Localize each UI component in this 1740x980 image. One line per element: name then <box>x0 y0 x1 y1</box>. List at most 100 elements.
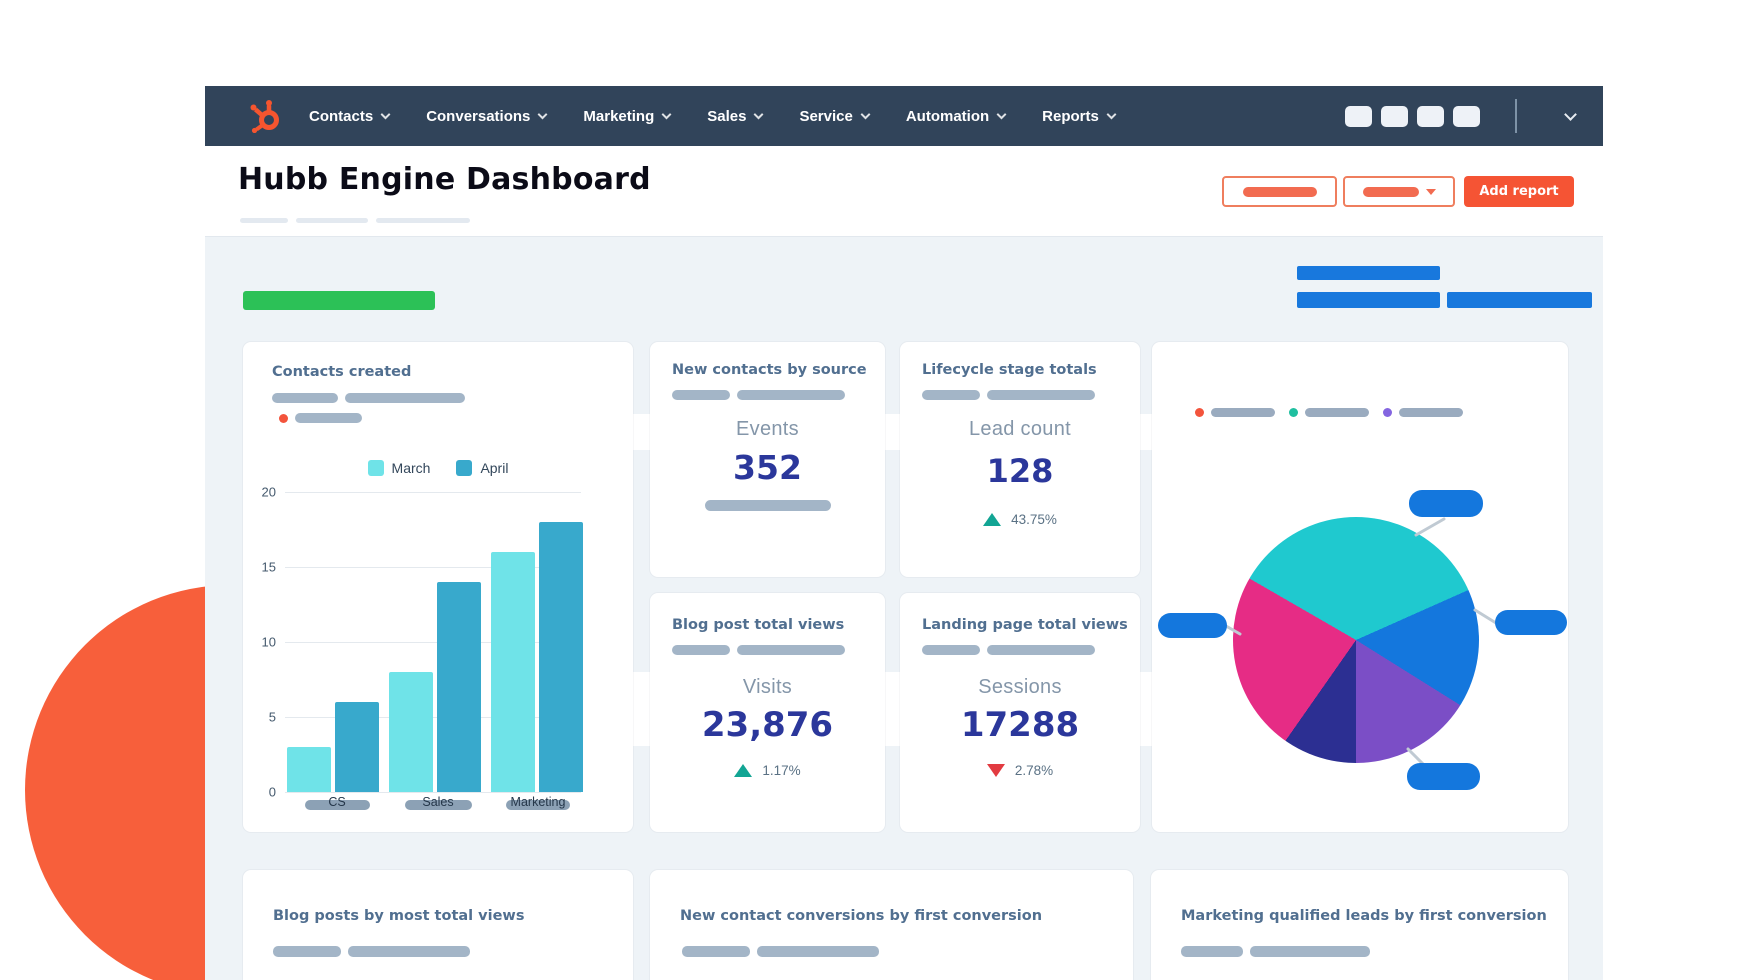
y-axis-label: 0 <box>269 785 276 800</box>
bar-march-marketing <box>491 552 535 792</box>
filter-placeholder-green[interactable] <box>243 291 435 310</box>
nav-item-label: Automation <box>906 108 989 125</box>
chevron-down-icon <box>538 109 548 119</box>
placeholder-pill <box>987 645 1095 655</box>
placeholder-bar <box>240 218 288 223</box>
placeholder-pill <box>672 390 730 400</box>
bar-april-cs <box>335 702 379 792</box>
card-title: Landing page total views <box>922 617 1128 633</box>
placeholder-pill <box>922 390 980 400</box>
placeholder-pills <box>1181 946 1370 957</box>
nav-icon-placeholders <box>1345 106 1480 127</box>
placeholder-pills <box>279 413 362 423</box>
metric-value: 128 <box>900 452 1140 490</box>
nav-item-label: Marketing <box>583 108 654 125</box>
placeholder-pill <box>273 946 341 957</box>
placeholder-bar <box>296 218 368 223</box>
delta-indicator: 2.78% <box>900 763 1140 778</box>
placeholder-pills <box>672 390 845 400</box>
chevron-down-icon <box>754 109 764 119</box>
metric-value: 23,876 <box>650 705 885 745</box>
card-blog-post-total-views: Blog post total views Visits 23,876 1.17… <box>650 593 885 832</box>
screen: Contacts Conversations Marketing Sales Servi… <box>0 0 1740 980</box>
nav-icon-placeholder[interactable] <box>1381 106 1408 127</box>
card-title: Marketing qualified leads by first conve… <box>1181 908 1547 924</box>
header-action-button-1[interactable] <box>1222 176 1337 207</box>
placeholder-pill <box>922 645 980 655</box>
category-marketing: Marketing <box>506 795 570 813</box>
placeholder-pill <box>987 390 1095 400</box>
nav-item-label: Sales <box>707 108 746 125</box>
category-label: CS <box>305 795 370 809</box>
page-title: Hubb Engine Dashboard <box>238 162 651 197</box>
legend-swatch <box>456 460 472 476</box>
nav-icon-placeholder[interactable] <box>1417 106 1444 127</box>
gridline <box>285 717 581 718</box>
placeholder-pill <box>672 645 730 655</box>
card-lifecycle-stage-totals: Lifecycle stage totals Lead count 128 43… <box>900 342 1140 577</box>
legend-entry-march: March <box>368 460 431 476</box>
nav-item-marketing[interactable]: Marketing <box>583 108 670 125</box>
chevron-down-icon <box>860 109 870 119</box>
toolbar-placeholder-blue[interactable] <box>1447 292 1592 308</box>
toolbar-placeholder-blue[interactable] <box>1297 266 1440 280</box>
nav-item-reports[interactable]: Reports <box>1042 108 1115 125</box>
header-dropdown-button[interactable] <box>1343 176 1455 207</box>
bar-chart-categories: CS Sales Marketing <box>285 795 581 815</box>
placeholder-pill <box>737 390 845 400</box>
bar-chart-plot: 05101520 <box>285 492 581 792</box>
button-label-placeholder <box>1243 187 1317 197</box>
card-new-contact-conversions: New contact conversions by first convers… <box>650 870 1133 980</box>
nav-item-conversations[interactable]: Conversations <box>426 108 546 125</box>
nav-icon-placeholder[interactable] <box>1453 106 1480 127</box>
category-cs: CS <box>305 795 370 813</box>
pie-callout-label <box>1495 610 1567 635</box>
triangle-icon <box>734 764 752 777</box>
placeholder-pill <box>295 413 362 423</box>
card-title: Blog post total views <box>672 617 844 633</box>
metric-label: Sessions <box>900 676 1140 699</box>
card-title: Contacts created <box>272 364 411 380</box>
metric-value: 352 <box>650 448 885 487</box>
y-axis-label: 20 <box>262 485 276 500</box>
nav-item-service[interactable]: Service <box>799 108 868 125</box>
account-chevron-down-icon[interactable] <box>1564 108 1577 121</box>
hubspot-logo-icon[interactable] <box>243 99 283 133</box>
metric-value: 17288 <box>900 705 1140 745</box>
legend-entry-april: April <box>456 460 508 476</box>
category-label: Sales <box>405 795 472 809</box>
placeholder-pills <box>272 393 465 403</box>
nav-icon-placeholder[interactable] <box>1345 106 1372 127</box>
placeholder-pill <box>345 393 465 403</box>
card-blog-posts-by-most-total-views: Blog posts by most total views <box>243 870 633 980</box>
chevron-down-icon <box>662 109 672 119</box>
add-report-button[interactable]: Add report <box>1464 176 1574 207</box>
bar-march-cs <box>287 747 331 792</box>
nav-item-automation[interactable]: Automation <box>906 108 1005 125</box>
placeholder-pills <box>672 645 845 655</box>
nav-item-label: Reports <box>1042 108 1099 125</box>
dropdown-caret-icon <box>1426 189 1436 195</box>
placeholder-pill <box>757 946 879 957</box>
delta-value: 2.78% <box>1015 763 1053 778</box>
metric-label: Events <box>650 418 885 441</box>
chevron-down-icon <box>1106 109 1116 119</box>
nav-right <box>1345 99 1585 133</box>
nav-item-sales[interactable]: Sales <box>707 108 762 125</box>
nav-item-contacts[interactable]: Contacts <box>309 108 389 125</box>
placeholder-bar <box>376 218 470 223</box>
triangle-icon <box>987 764 1005 777</box>
dashboard-content: Contacts created March April 05101520 CS S… <box>205 237 1603 980</box>
card-title: New contacts by source <box>672 362 867 378</box>
toolbar-placeholder-blue[interactable] <box>1297 292 1440 308</box>
card-title: New contact conversions by first convers… <box>680 908 1042 924</box>
y-axis-label: 10 <box>262 635 276 650</box>
placeholder-pill <box>348 946 470 957</box>
placeholder-pills <box>922 390 1095 400</box>
pie-callout-label <box>1409 490 1483 517</box>
pie-callout-connectors <box>1152 342 1568 832</box>
card-new-contacts-by-source: New contacts by source Events 352 <box>650 342 885 577</box>
placeholder-pill <box>1181 946 1243 957</box>
placeholder-pills <box>922 645 1095 655</box>
orange-dot-icon <box>279 414 288 423</box>
